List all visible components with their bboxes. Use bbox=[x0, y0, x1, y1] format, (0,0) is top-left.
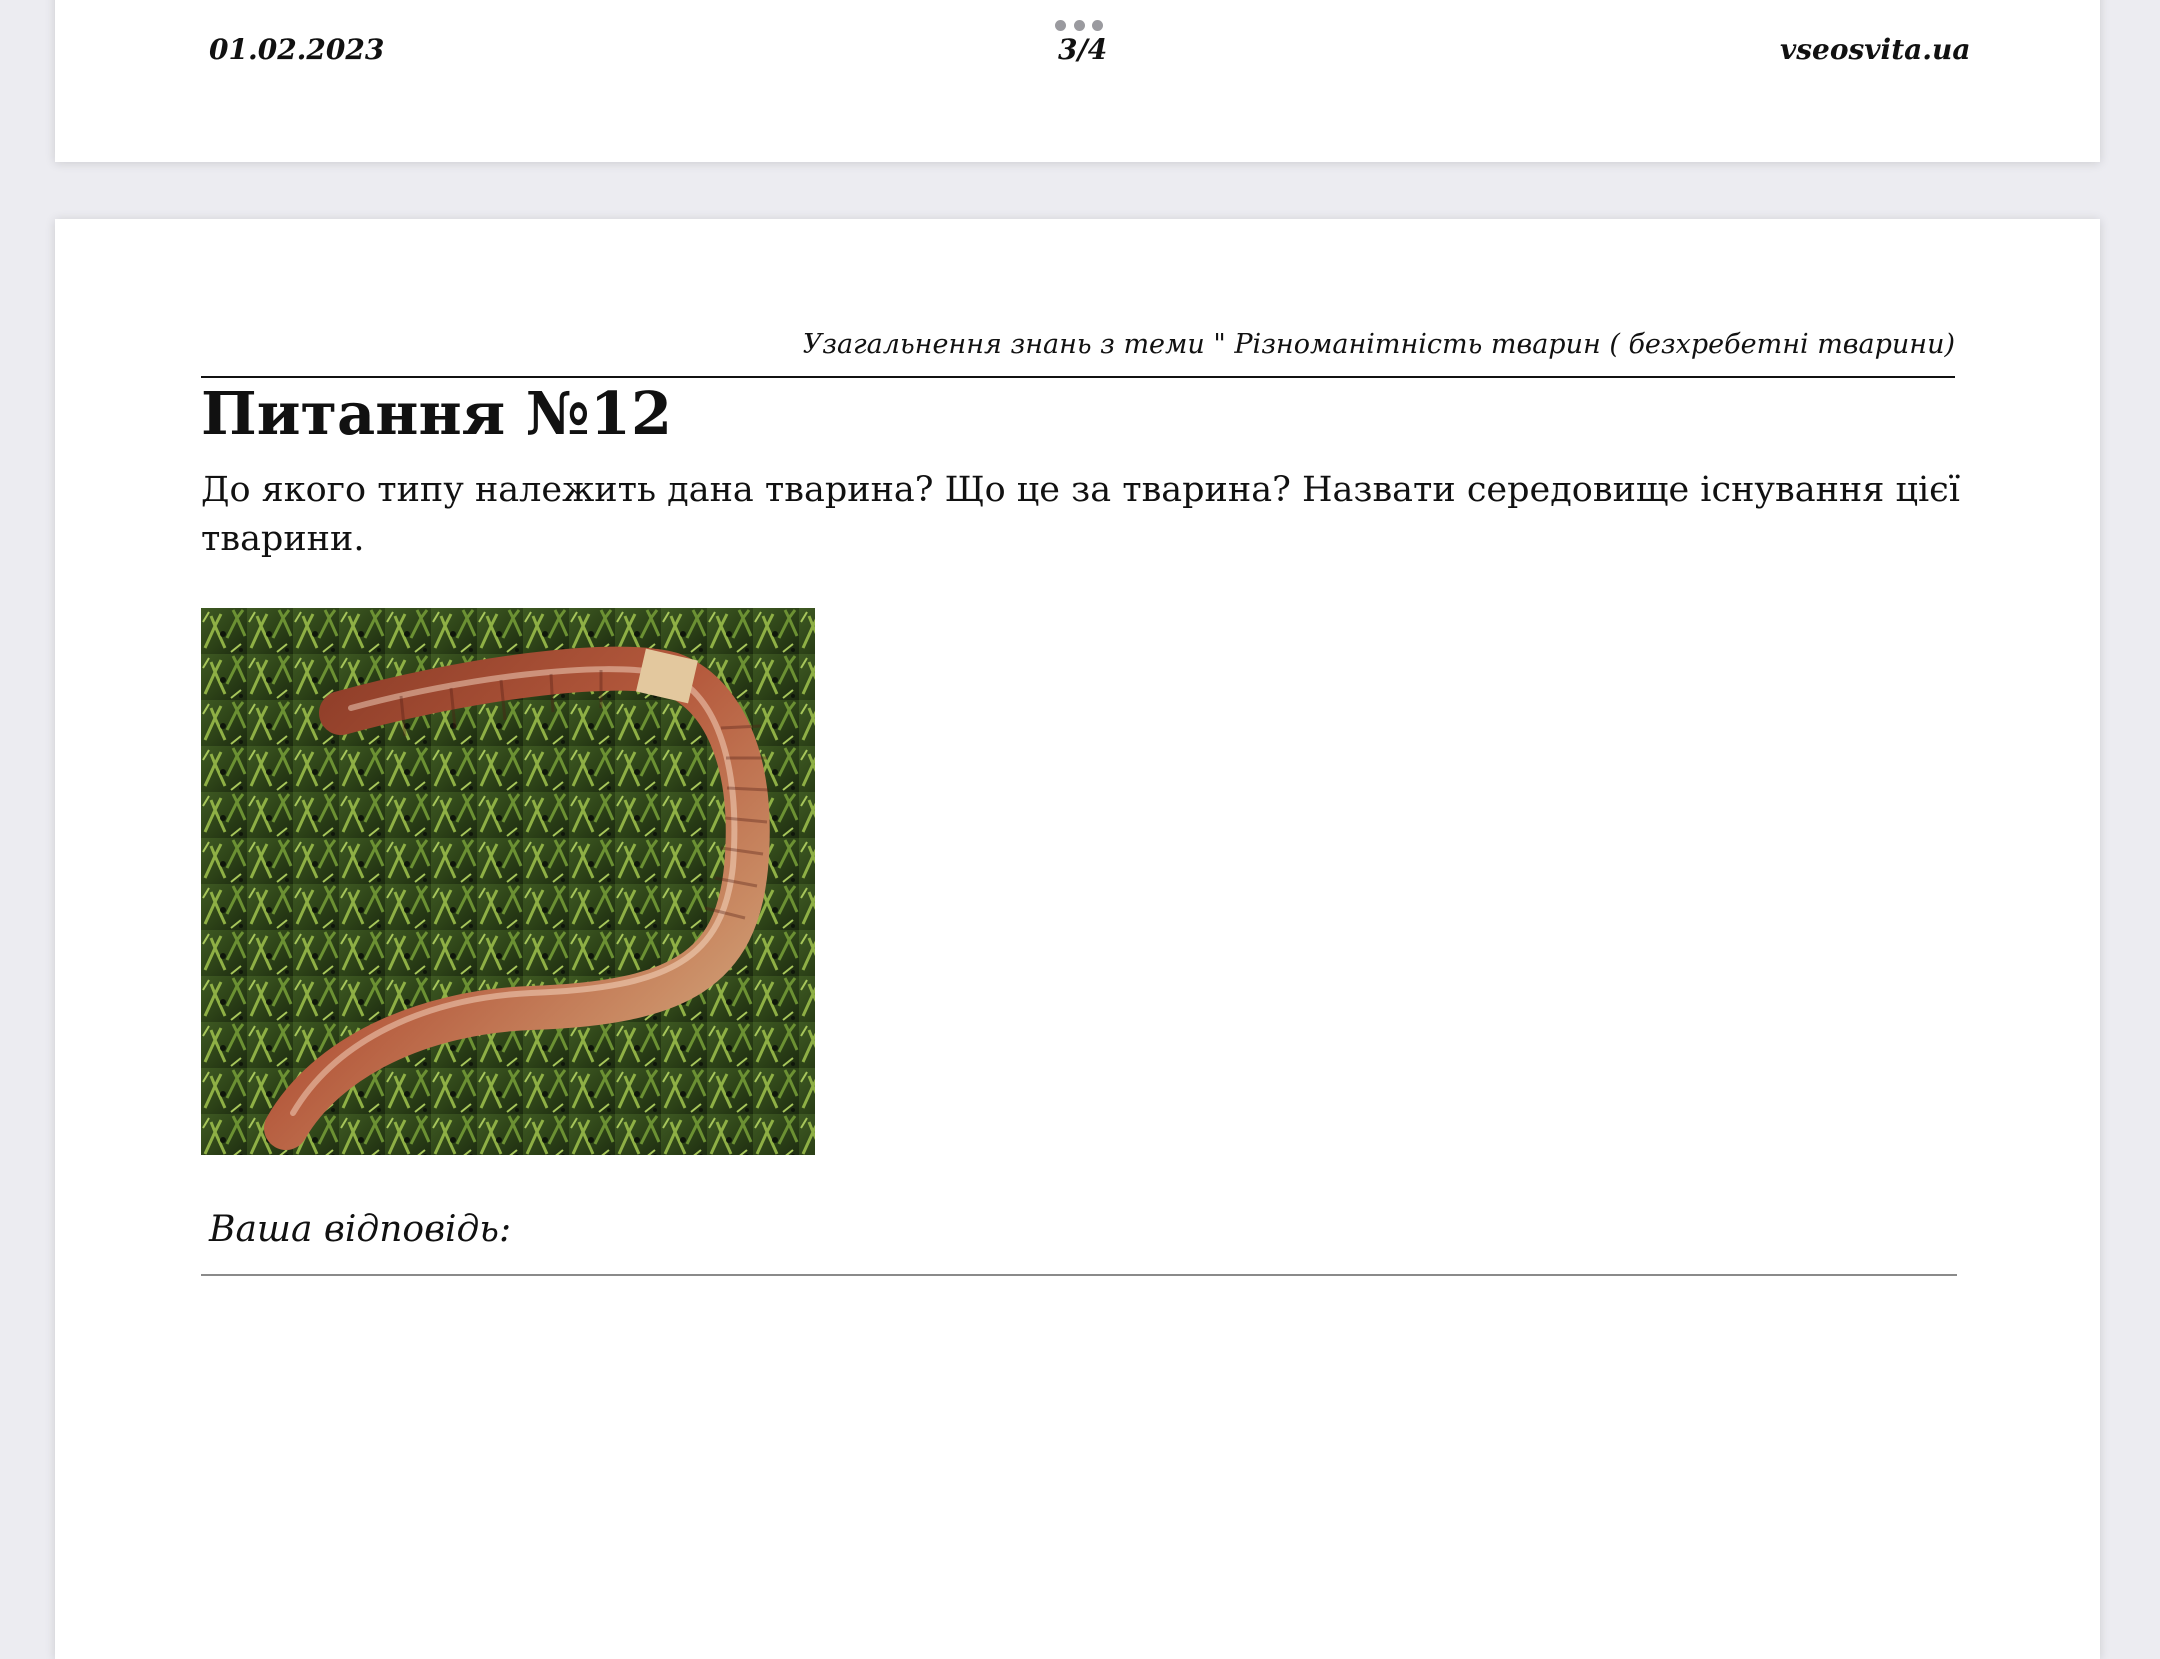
footer-page-number: 3/4 bbox=[1058, 33, 1108, 66]
question-text: До якого типу належить дана тварина? Що … bbox=[201, 470, 1960, 559]
answer-input-line[interactable] bbox=[201, 1274, 1957, 1276]
running-header: Узагальнення знань з теми " Різноманітні… bbox=[201, 314, 1955, 378]
dot bbox=[1055, 19, 1066, 31]
dot bbox=[1092, 19, 1103, 31]
footer-date: 01.02.2023 bbox=[209, 33, 385, 66]
dot bbox=[1073, 19, 1085, 31]
question-title: Питання №12 bbox=[201, 379, 672, 448]
earthworm-image bbox=[201, 608, 815, 1155]
footer-site: vseosvita.ua bbox=[1780, 33, 1971, 66]
answer-label: Ваша відповідь: bbox=[209, 1209, 512, 1250]
more-dots-icon[interactable] bbox=[1055, 18, 1103, 32]
current-page: Узагальнення знань з теми " Різноманітні… bbox=[55, 219, 2100, 1659]
